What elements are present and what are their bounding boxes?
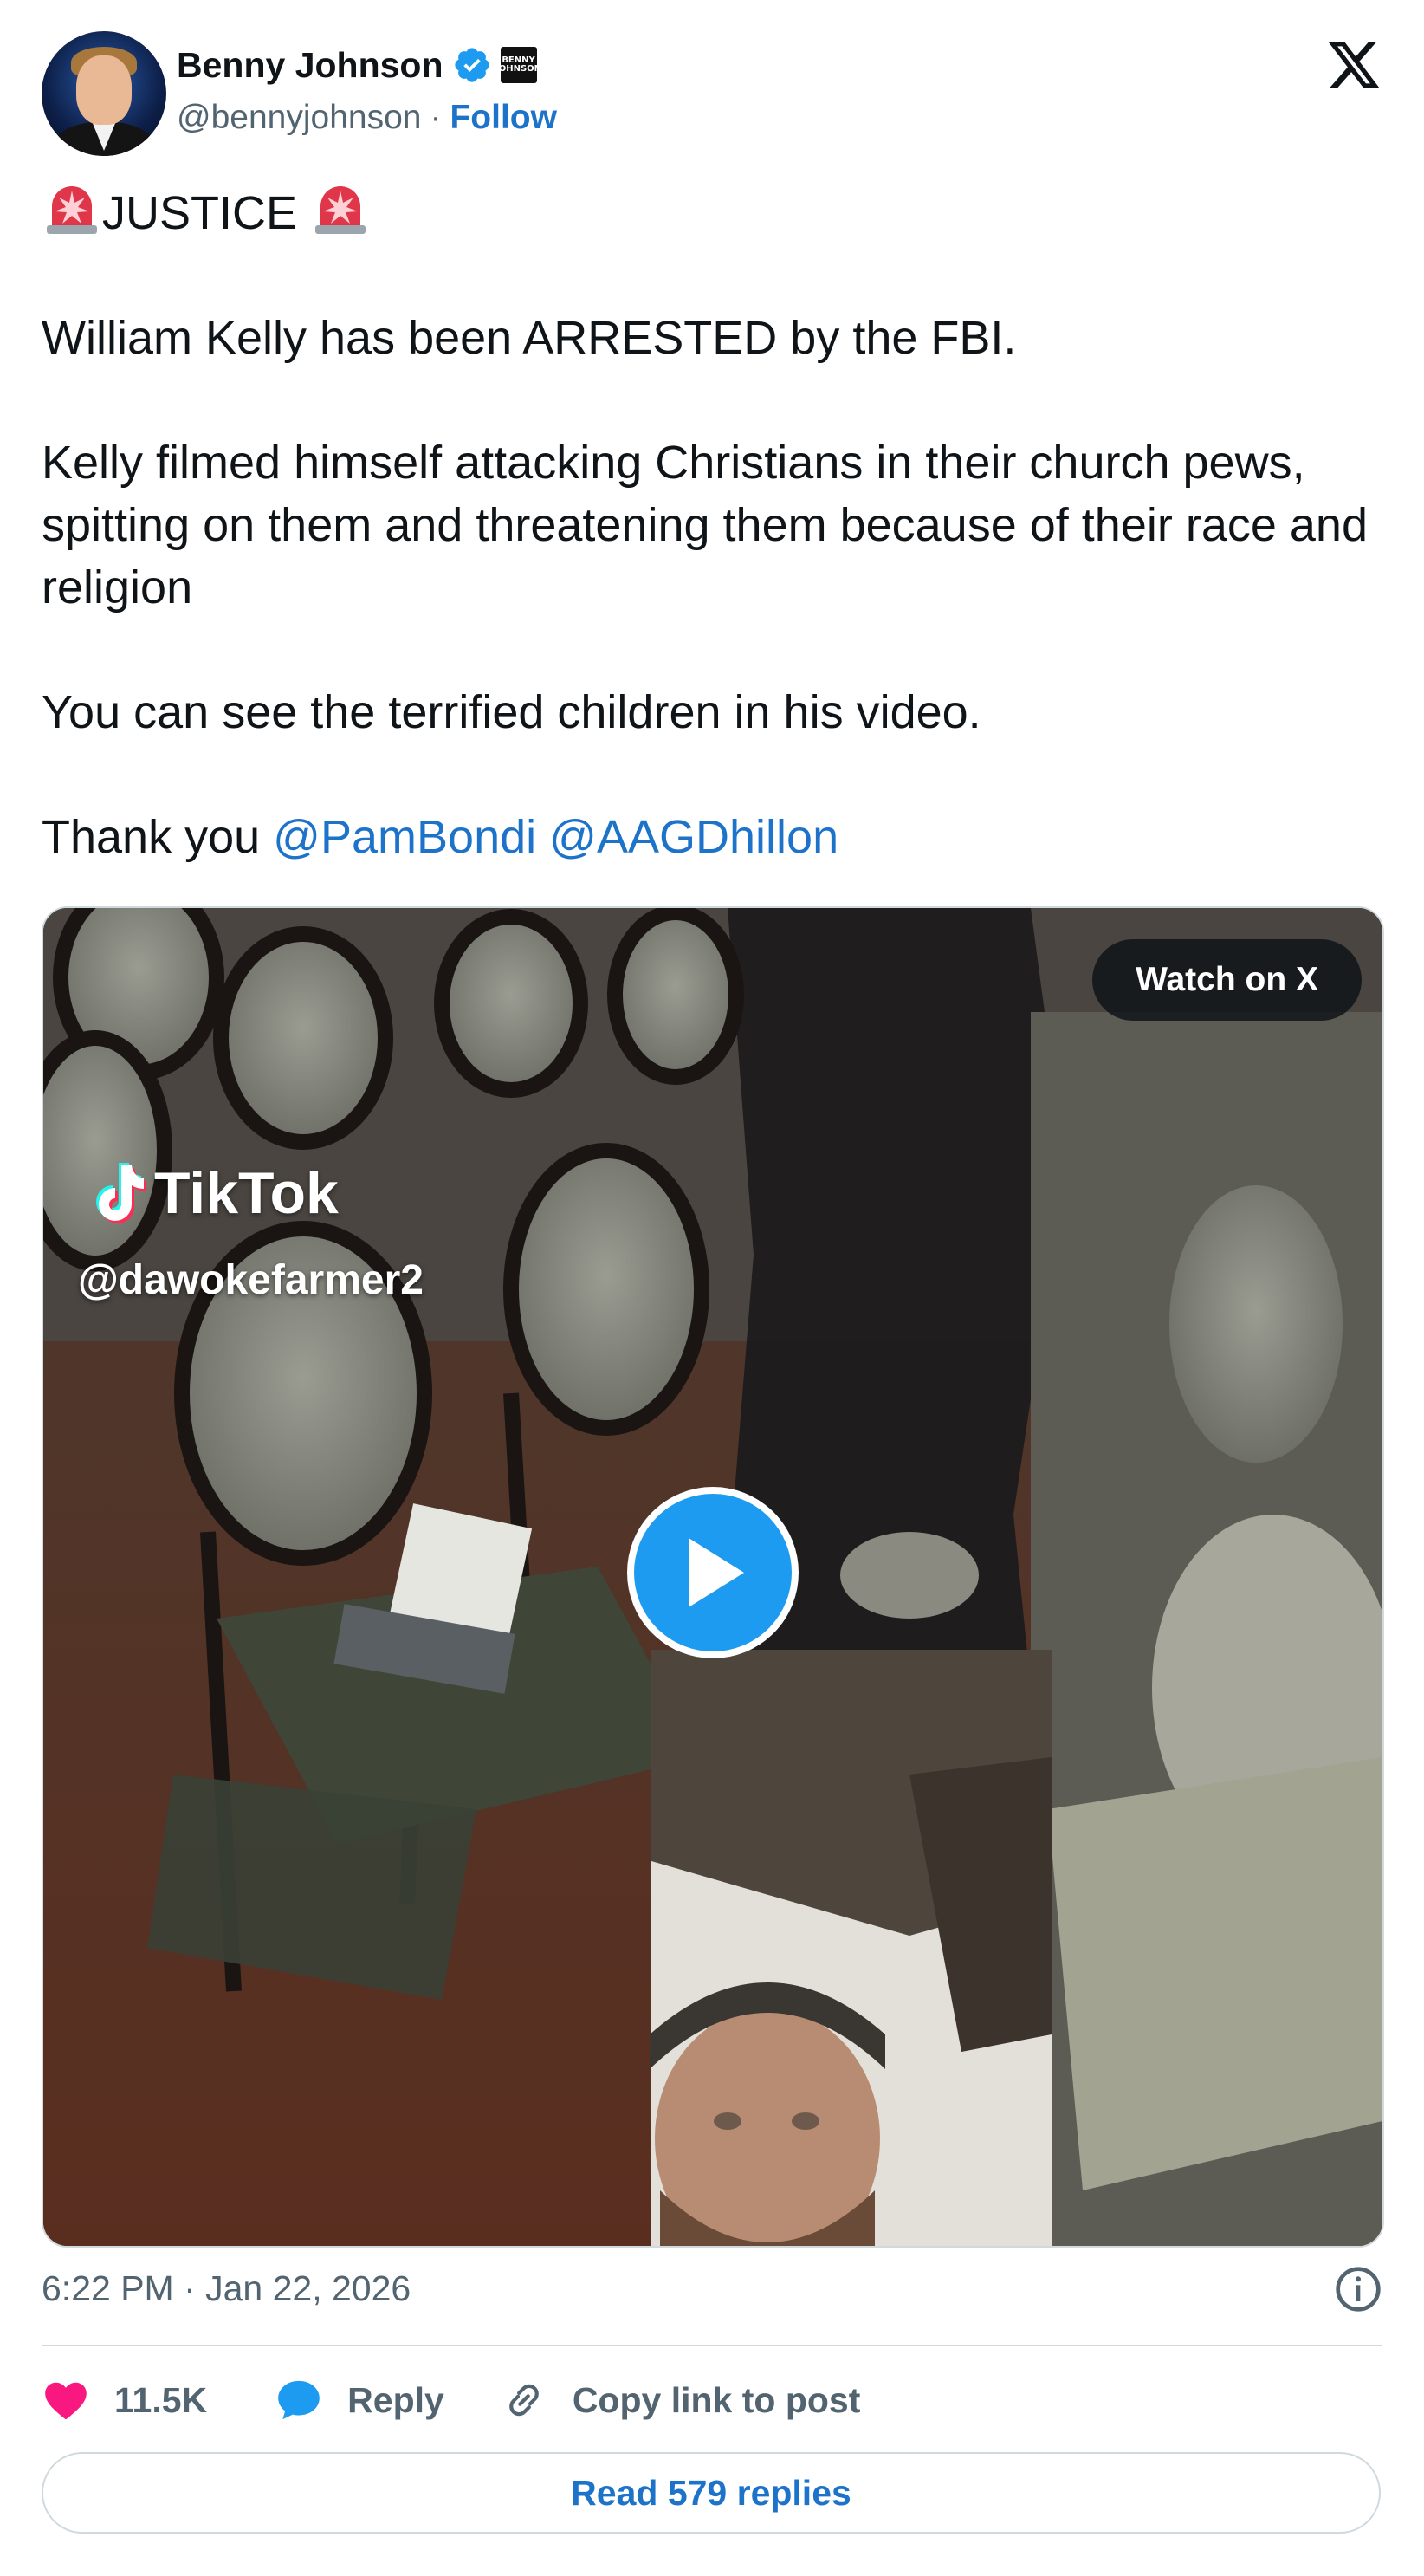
author-handle-row: @bennyjohnson · Follow xyxy=(177,99,557,137)
post-text-line: Kelly filmed himself attacking Christian… xyxy=(42,437,1368,613)
copy-link-label: Copy link to post xyxy=(572,2379,861,2420)
author-display-name[interactable]: Benny Johnson xyxy=(177,45,443,86)
play-button[interactable] xyxy=(627,1487,799,1658)
speech-bubble-icon xyxy=(278,2380,320,2420)
info-icon[interactable] xyxy=(1334,2265,1382,2313)
tiktok-watermark: TikTok xyxy=(92,1159,339,1227)
post-actions: 11.5K Reply Copy link to post xyxy=(42,2374,860,2426)
post-timestamp[interactable]: 6:22 PM · Jan 22, 2026 xyxy=(42,2268,411,2309)
divider xyxy=(42,2345,1382,2346)
heart-icon xyxy=(45,2382,87,2420)
headline-line: JUSTICE xyxy=(42,180,1382,244)
thanks-text: Thank you xyxy=(42,811,261,863)
headline-text: JUSTICE xyxy=(102,187,298,239)
link-icon xyxy=(508,2384,539,2417)
follow-link[interactable]: Follow xyxy=(450,99,556,137)
tiktok-brand-text: TikTok xyxy=(154,1160,339,1226)
author-handle[interactable]: @bennyjohnson xyxy=(177,99,421,137)
x-logo-icon[interactable] xyxy=(1325,36,1382,94)
author-name-row: Benny Johnson BENNY JOHNSON xyxy=(177,43,541,87)
post-text-line: You can see the terrified children in hi… xyxy=(42,686,981,738)
tiktok-icon xyxy=(96,1163,146,1223)
read-replies-button[interactable]: Read 579 replies xyxy=(42,2452,1381,2534)
post-header: Benny Johnson BENNY JOHNSON @bennyjohnso… xyxy=(42,31,1382,161)
thanks-line: Thank you @PamBondi @AAGDhillon xyxy=(42,806,1382,868)
embedded-post-card: Benny Johnson BENNY JOHNSON @bennyjohnso… xyxy=(0,0,1424,2576)
play-icon xyxy=(689,1538,744,1607)
like-count: 11.5K xyxy=(114,2379,208,2420)
post-text-line: William Kelly has been ARRESTED by the F… xyxy=(42,312,1017,364)
mention-link[interactable]: @PamBondi xyxy=(273,811,536,863)
post-text: JUSTICE William Kelly has been ARRESTED … xyxy=(42,180,1382,868)
video-media[interactable]: Watch on X TikTok @dawokefarmer2 xyxy=(42,906,1384,2248)
police-light-icon xyxy=(315,186,366,234)
copy-link-button[interactable]: Copy link to post xyxy=(500,2376,861,2424)
separator-dot: · xyxy=(430,99,442,136)
avatar[interactable] xyxy=(42,31,166,156)
tiktok-username: @dawokefarmer2 xyxy=(78,1257,424,1303)
police-light-icon xyxy=(47,186,97,234)
watch-on-x-button[interactable]: Watch on X xyxy=(1092,939,1362,1021)
mention-link[interactable]: @AAGDhillon xyxy=(549,811,838,863)
like-button[interactable]: 11.5K xyxy=(42,2376,207,2424)
reply-label: Reply xyxy=(347,2379,444,2420)
reply-button[interactable]: Reply xyxy=(275,2376,444,2424)
verified-badge-icon xyxy=(454,48,489,82)
affiliate-badge: BENNY JOHNSON xyxy=(495,47,541,83)
